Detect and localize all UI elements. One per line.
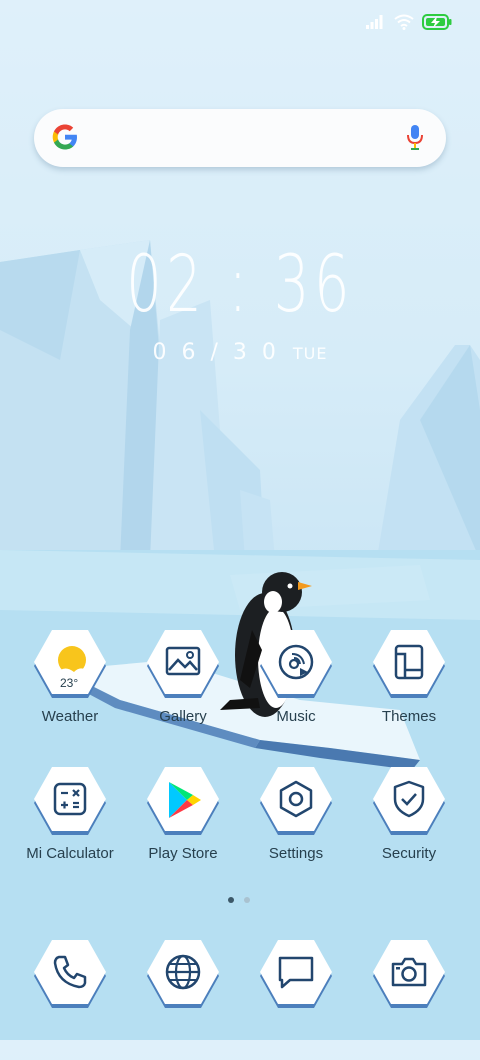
google-g-icon [52,124,77,150]
app-label: Themes [381,708,437,725]
battery-charging-icon [422,14,452,30]
app-weather[interactable]: 23° Weather [14,630,126,750]
browser-icon [165,954,201,990]
weather-temp: 23° [60,676,79,690]
dock-browser[interactable] [127,940,239,1060]
dock-messages[interactable] [240,940,352,1060]
camera-icon [391,957,427,987]
calculator-icon [53,782,87,816]
app-music[interactable]: Music [240,630,352,750]
signal-icon [366,15,383,29]
date-text: 0 6 / 3 0 [152,340,280,365]
page-dot[interactable] [228,897,234,903]
themes-icon [394,644,424,680]
page-indicator[interactable] [228,897,250,903]
app-gallery[interactable]: Gallery [127,630,239,750]
messages-icon [278,956,314,989]
app-security[interactable]: Security [353,767,465,887]
play-store-icon [169,782,201,818]
clock-time[interactable]: 02 : 36 [67,240,413,330]
gallery-icon [165,646,201,676]
app-play-store[interactable]: Play Store [127,767,239,887]
mic-icon[interactable] [406,123,424,151]
weekday-text: TUE [292,344,328,363]
app-settings[interactable]: Settings [240,767,352,887]
dock-phone[interactable] [14,940,126,1060]
security-icon [393,780,425,818]
music-icon [278,644,314,680]
wifi-icon [394,14,414,30]
dock-camera[interactable] [353,940,465,1060]
settings-icon [279,780,313,818]
app-mi-calculator[interactable]: Mi Calculator [14,767,126,887]
clock-date: 0 6 / 3 0 TUE [0,340,480,365]
status-bar [366,8,452,36]
phone-icon [53,955,87,989]
google-search-bar[interactable] [34,109,446,167]
app-themes[interactable]: Themes [353,630,465,750]
app-label: Security [381,845,437,862]
page-dot[interactable] [244,897,250,903]
